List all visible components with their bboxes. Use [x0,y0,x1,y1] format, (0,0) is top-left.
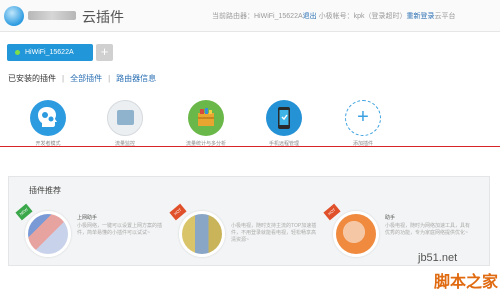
router-tab-label: HiWiFi_15622A [25,49,74,56]
watermark-site: jb51.net [418,252,458,264]
plugin-thumbnail [179,211,225,257]
recommend-title: 插件推荐 [29,186,61,195]
top-header: 云插件 当前路由器：HiWiFi_15622A退出 小极帐号：kpk（登录超时）… [0,0,500,32]
online-status-icon [15,50,20,55]
installed-plugin-stats[interactable]: 流量统计与多分析 [171,100,241,147]
recommend-item[interactable]: NEW 上网助手 小极网络，一键可以设置上网方案的插件，简单易懂的小插件可以试试… [15,203,167,263]
relogin-link[interactable]: 重新登录 [407,13,435,20]
watermark-name: 脚本之家 [434,274,499,291]
monitor-icon [107,100,143,136]
recommend-item-name: 助手 [385,215,396,221]
phone-icon [266,100,302,136]
logout-link[interactable]: 退出 [303,13,317,20]
page-title: 云插件 [82,9,124,25]
plugin-thumbnail [333,211,379,257]
installed-plugin-phone[interactable]: 手机远程管理 [249,100,319,147]
head-gears-icon [30,100,66,136]
router-tab-active[interactable]: HiWiFi_15622A [7,44,93,61]
filter-installed[interactable]: 已安装的插件 [8,74,56,83]
filter-router-info[interactable]: 路由器信息 [116,74,156,83]
account-text: 小极帐号：kpk（登录超时） [318,13,407,20]
filter-divider: | [62,74,65,83]
annotation-line [0,146,500,147]
recommend-item-name: 上网助手 [77,215,98,221]
recommend-item[interactable]: HOT 小极电视，随时支持主流的TOP加速插件，不用登录就能看电视，轻松畅享高清… [169,203,321,263]
logo-text-blurred [28,11,76,20]
filter-all-plugins[interactable]: 全部插件 [70,74,102,83]
recommend-item-desc: 小极电视，随时支持主流的TOP加速插件，不用登录就能看电视，轻松畅享高清资源~ [231,223,317,243]
plus-icon: + [345,100,381,136]
installed-plugin-dev-mode[interactable]: 开发者模式 [13,100,83,147]
cloud-link[interactable]: 云平台 [435,13,456,20]
plugin-filter-bar: 已安装的插件 | 全部插件 | 路由器信息 [8,73,156,84]
gift-box-icon [188,100,224,136]
recommend-item-desc: 小极电视，随时为网络加速工具，具有优秀的功能，专为家庭网络提供优化~ [385,223,471,236]
current-router-text: 当前路由器：HiWiFi_15622A [212,13,303,20]
plugin-thumbnail [25,211,71,257]
installed-plugin-monitor[interactable]: 流量监控 [90,100,160,147]
add-plugin-button[interactable]: + 添加插件 [328,100,398,147]
app-logo [4,6,24,26]
add-router-button[interactable]: + [96,44,113,61]
recommend-item-desc: 小极网络，一键可以设置上网方案的插件，简单易懂的小插件可以试试~ [77,223,163,236]
filter-divider: | [108,74,111,83]
header-account-info: 当前路由器：HiWiFi_15622A退出 小极帐号：kpk（登录超时）重新登录… [212,11,456,21]
